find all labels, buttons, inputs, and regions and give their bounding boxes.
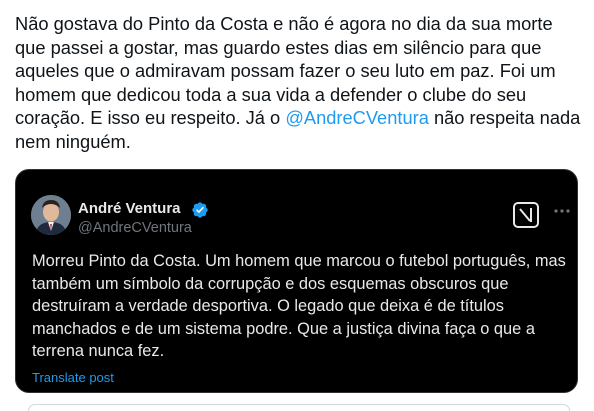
quoted-post-text: Morreu Pinto da Costa. Um homem que marc…	[32, 252, 566, 360]
more-icon[interactable]	[552, 204, 572, 218]
mention-link[interactable]: @AndreCVentura	[285, 107, 429, 128]
verified-badge-icon	[192, 202, 208, 218]
handle: @AndreCVentura	[78, 220, 192, 236]
tweet-text: Não gostava do Pinto da Costa e não é ag…	[15, 12, 585, 153]
quoted-post-card[interactable]: André Ventura @AndreCVentura Morreu Pint…	[15, 169, 578, 393]
translate-post-link[interactable]: Translate post	[32, 370, 114, 385]
grok-icon[interactable]	[513, 202, 539, 228]
display-name[interactable]: André Ventura	[78, 200, 181, 217]
avatar[interactable]	[31, 195, 71, 235]
